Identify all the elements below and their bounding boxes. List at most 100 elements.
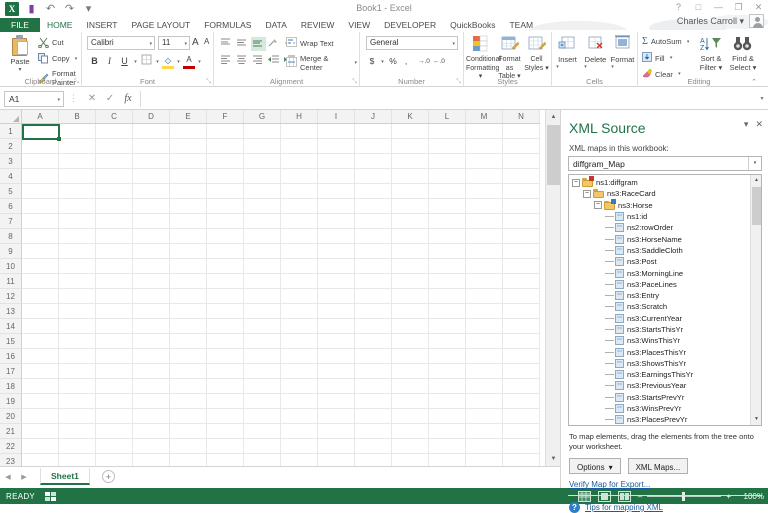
cell-B5[interactable] <box>59 184 96 199</box>
copy-button[interactable]: Copy ▾ <box>38 53 80 64</box>
tree-collapse-toggle[interactable]: − <box>572 179 580 187</box>
xml-tree-scrollbar[interactable]: ▲ ▼ <box>750 175 761 425</box>
cell-A4[interactable] <box>22 169 59 184</box>
cell-E18[interactable] <box>170 379 207 394</box>
cell-J14[interactable] <box>355 319 392 334</box>
row-header-19[interactable]: 19 <box>0 394 22 409</box>
xml-tree-node[interactable]: ns3:PlacesPrevYr <box>569 414 752 425</box>
cell-E21[interactable] <box>170 424 207 439</box>
xml-tree-node[interactable]: ns3:StartsPrevYr <box>569 392 752 403</box>
tab-home[interactable]: HOME <box>40 19 80 32</box>
cell-G11[interactable] <box>244 274 281 289</box>
zoom-out-button[interactable]: – <box>638 492 642 501</box>
cell-G17[interactable] <box>244 364 281 379</box>
cell-D20[interactable] <box>133 409 170 424</box>
cell-J3[interactable] <box>355 154 392 169</box>
cell-N2[interactable] <box>503 139 540 154</box>
cell-A7[interactable] <box>22 214 59 229</box>
row-header-18[interactable]: 18 <box>0 379 22 394</box>
cell-D6[interactable] <box>133 199 170 214</box>
cell-J2[interactable] <box>355 139 392 154</box>
cell-G6[interactable] <box>244 199 281 214</box>
cell-H9[interactable] <box>281 244 318 259</box>
delete-cells-button[interactable]: Delete ▾ <box>582 35 609 70</box>
cell-H14[interactable] <box>281 319 318 334</box>
cell-G14[interactable] <box>244 319 281 334</box>
row-header-22[interactable]: 22 <box>0 439 22 454</box>
cell-N10[interactable] <box>503 259 540 274</box>
cell-J13[interactable] <box>355 304 392 319</box>
cell-N20[interactable] <box>503 409 540 424</box>
cell-L13[interactable] <box>429 304 466 319</box>
cell-B7[interactable] <box>59 214 96 229</box>
cell-D4[interactable] <box>133 169 170 184</box>
cell-H7[interactable] <box>281 214 318 229</box>
cell-C23[interactable] <box>96 454 133 466</box>
percent-button[interactable]: % <box>387 54 399 69</box>
formula-input[interactable] <box>140 91 752 107</box>
cell-H4[interactable] <box>281 169 318 184</box>
cell-K6[interactable] <box>392 199 429 214</box>
tree-collapse-toggle[interactable]: − <box>594 201 602 209</box>
cell-M2[interactable] <box>466 139 503 154</box>
cell-L11[interactable] <box>429 274 466 289</box>
column-header-A[interactable]: A <box>22 110 59 123</box>
cell-E12[interactable] <box>170 289 207 304</box>
cell-E19[interactable] <box>170 394 207 409</box>
cell-G20[interactable] <box>244 409 281 424</box>
xml-tree-node[interactable]: ns3:PaceLines <box>569 279 752 290</box>
expand-formula-bar-button[interactable]: ▾ <box>756 95 768 102</box>
number-dialog-launcher[interactable]: ⤡ <box>456 79 461 86</box>
scroll-down-button[interactable]: ▼ <box>546 452 561 466</box>
cell-K22[interactable] <box>392 439 429 454</box>
cell-N1[interactable] <box>503 124 540 139</box>
row-header-2[interactable]: 2 <box>0 139 22 154</box>
column-header-L[interactable]: L <box>429 110 466 123</box>
align-bottom-button[interactable] <box>251 37 266 51</box>
sort-filter-button[interactable]: AZ Sort & Filter ▾ <box>696 35 726 72</box>
cell-G19[interactable] <box>244 394 281 409</box>
cell-F22[interactable] <box>207 439 244 454</box>
cell-E15[interactable] <box>170 334 207 349</box>
xml-tree-scroll-up[interactable]: ▲ <box>751 175 762 186</box>
cell-J11[interactable] <box>355 274 392 289</box>
xml-tree-node[interactable]: −ns3:RaceCard <box>569 188 752 199</box>
paste-caret[interactable]: ▾ <box>5 66 35 73</box>
increase-decimal-button[interactable]: →.0 <box>413 54 431 69</box>
cell-L10[interactable] <box>429 259 466 274</box>
cell-F3[interactable] <box>207 154 244 169</box>
cell-N11[interactable] <box>503 274 540 289</box>
row-header-3[interactable]: 3 <box>0 154 22 169</box>
tree-collapse-toggle[interactable]: − <box>583 190 591 198</box>
cell-J12[interactable] <box>355 289 392 304</box>
xml-tree-node[interactable]: ns3:Post <box>569 256 752 267</box>
xml-tree-node[interactable]: −ns1:diffgram <box>569 177 752 188</box>
number-format-select[interactable]: General ▾ <box>366 36 458 50</box>
increase-font-size-button[interactable]: A <box>192 37 199 48</box>
cell-I15[interactable] <box>318 334 355 349</box>
cell-C4[interactable] <box>96 169 133 184</box>
cell-N12[interactable] <box>503 289 540 304</box>
cell-F23[interactable] <box>207 454 244 466</box>
xml-tree-node[interactable]: ns1:id <box>569 211 752 222</box>
cell-M3[interactable] <box>466 154 503 169</box>
column-header-K[interactable]: K <box>392 110 429 123</box>
cell-D19[interactable] <box>133 394 170 409</box>
cell-M10[interactable] <box>466 259 503 274</box>
cell-B19[interactable] <box>59 394 96 409</box>
cell-L20[interactable] <box>429 409 466 424</box>
cell-I3[interactable] <box>318 154 355 169</box>
cell-D16[interactable] <box>133 349 170 364</box>
cell-A8[interactable] <box>22 229 59 244</box>
row-header-7[interactable]: 7 <box>0 214 22 229</box>
cell-B2[interactable] <box>59 139 96 154</box>
scroll-up-button[interactable]: ▲ <box>546 110 561 124</box>
cell-C19[interactable] <box>96 394 133 409</box>
cell-D17[interactable] <box>133 364 170 379</box>
name-box[interactable]: A1 ▾ <box>4 91 64 107</box>
cell-K4[interactable] <box>392 169 429 184</box>
sheet-tab-sheet1[interactable]: Sheet1 <box>40 468 90 485</box>
cell-A3[interactable] <box>22 154 59 169</box>
row-header-16[interactable]: 16 <box>0 349 22 364</box>
row-header-10[interactable]: 10 <box>0 259 22 274</box>
